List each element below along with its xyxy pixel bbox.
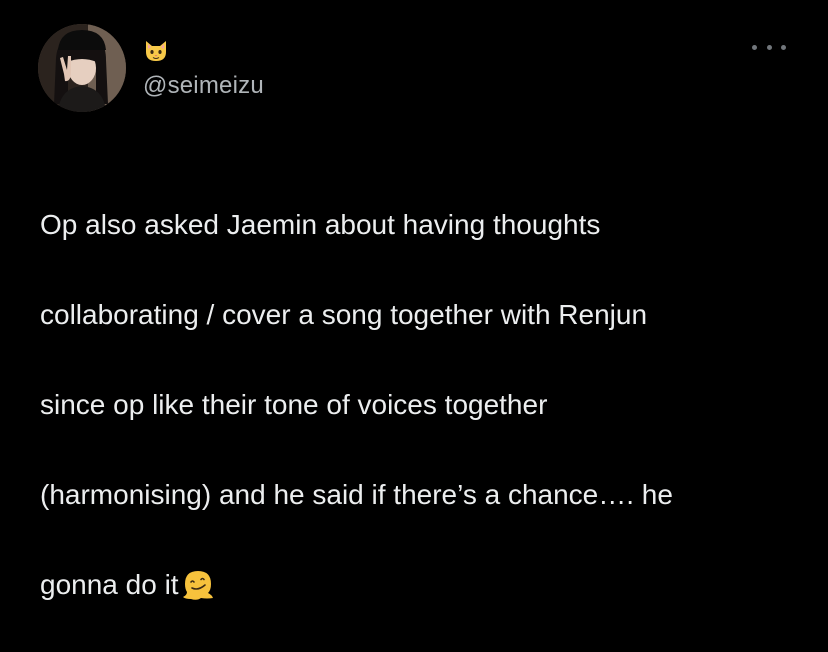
tweet-text-line: collaborating / cover a song together wi… <box>40 299 648 330</box>
user-handle[interactable]: @seimeizu <box>143 72 264 100</box>
tweet-text: Op also asked Jaemin about having though… <box>40 157 800 652</box>
avatar-photo <box>38 24 126 112</box>
more-options-button[interactable] <box>752 36 786 58</box>
more-options-icon <box>752 44 757 50</box>
avatar[interactable] <box>38 24 126 112</box>
tweet-text-line: (harmonising) and he said if there’s a c… <box>40 479 673 510</box>
tweet-text-last-line: gonna do it <box>40 562 800 607</box>
tweet-text-line: gonna do it <box>40 569 179 600</box>
more-options-icon-dot-2 <box>766 44 772 50</box>
melting-face-emoji-icon <box>182 571 213 600</box>
tweet-text-line: since op like their tone of voices toget… <box>40 389 548 420</box>
tweet-text-line: Op also asked Jaemin about having though… <box>40 209 601 240</box>
cat-face-emoji-icon <box>146 41 166 61</box>
tweet-card: @seimeizu Op also asked Jaemin about hav… <box>0 0 828 600</box>
more-options-icon-dot-3 <box>781 44 786 50</box>
